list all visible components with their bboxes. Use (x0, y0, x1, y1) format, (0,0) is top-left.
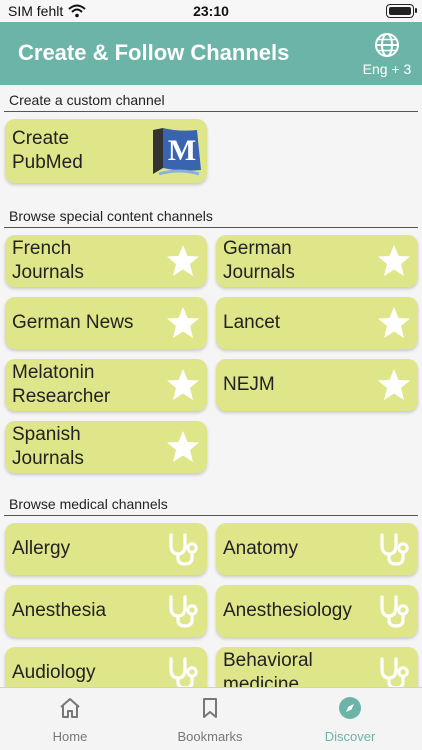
star-icon (376, 243, 412, 279)
tab-label: Discover (324, 729, 376, 744)
bookmark-icon (203, 698, 217, 718)
section-divider (4, 227, 418, 228)
channel-tile-label: Audiology (12, 662, 96, 683)
section-title-medical: Browse medical channels (9, 496, 168, 512)
section-divider (4, 515, 418, 516)
page-title: Create & Follow Channels (18, 40, 290, 65)
channel-tile-label: Lancet (223, 312, 281, 333)
clock: 23:10 (193, 3, 229, 19)
channel-tile[interactable]: Create PubMed M (5, 119, 207, 183)
battery-icon (386, 4, 417, 18)
channel-tile[interactable]: German News (5, 297, 207, 349)
stethoscope-icon (376, 593, 412, 629)
home-icon (60, 698, 80, 718)
channel-tile-label: NEJM (223, 374, 275, 395)
star-icon (376, 367, 412, 403)
channel-tile[interactable]: Audiology (5, 647, 207, 687)
channel-tile[interactable]: Anatomy (216, 523, 418, 575)
tab-home[interactable]: Home (20, 696, 120, 744)
star-icon (376, 305, 412, 341)
tab-discover[interactable]: Discover (300, 696, 400, 744)
stethoscope-icon (165, 593, 201, 629)
globe-icon (375, 33, 399, 57)
channel-tile[interactable]: Allergy (5, 523, 207, 575)
status-bar: SIM fehlt 23:10 (0, 0, 422, 22)
channel-tile[interactable]: French Journals (5, 235, 207, 287)
language-selector[interactable]: Eng + 3 (356, 32, 418, 77)
svg-text:M: M (168, 134, 196, 167)
channel-tile-label: German Journals (223, 238, 295, 283)
channel-tile-label: Anesthesia (12, 600, 107, 621)
stethoscope-icon (376, 655, 412, 687)
channel-tile-label: Anatomy (223, 538, 298, 559)
star-icon (165, 429, 201, 465)
tab-label: Bookmarks (177, 729, 243, 744)
channel-tile[interactable]: German Journals (216, 235, 418, 287)
channel-tile-label: Melatonin Researcher (12, 362, 111, 407)
channel-tile-label: Anesthesiology (223, 600, 352, 621)
channel-list[interactable]: Create a custom channel Browse special c… (0, 85, 422, 687)
channel-tile-label: Behavioral medicine (223, 650, 313, 687)
channel-tile-label: Create PubMed (12, 128, 83, 173)
star-icon (165, 243, 201, 279)
language-label: Eng + 3 (362, 61, 412, 77)
channel-tile[interactable]: Behavioral medicine (216, 647, 418, 687)
section-title-custom: Create a custom channel (9, 92, 165, 108)
tab-bookmarks[interactable]: Bookmarks (160, 696, 260, 744)
app-header: Create & Follow Channels Eng + 3 (0, 22, 422, 85)
star-icon (165, 305, 201, 341)
section-title-special: Browse special content channels (9, 208, 213, 224)
channel-tile-label: Spanish Journals (12, 424, 84, 469)
channel-tile-label: German News (12, 312, 134, 333)
channel-tile-label: French Journals (12, 238, 84, 283)
stethoscope-icon (165, 531, 201, 567)
stethoscope-icon (165, 655, 201, 687)
tab-label: Home (52, 729, 88, 744)
channel-tile[interactable]: Anesthesia (5, 585, 207, 637)
channel-tile[interactable]: Spanish Journals (5, 421, 207, 473)
channel-tile[interactable]: NEJM (216, 359, 418, 411)
section-divider (4, 111, 418, 112)
channel-tile[interactable]: Anesthesiology (216, 585, 418, 637)
tab-bar: Home Bookmarks Discover (0, 687, 422, 750)
channel-tile[interactable]: Lancet (216, 297, 418, 349)
pubmed-logo: M (149, 124, 205, 180)
channel-tile-label: Allergy (12, 538, 71, 559)
compass-icon (339, 697, 361, 719)
channel-tile[interactable]: Melatonin Researcher (5, 359, 207, 411)
star-icon (165, 367, 201, 403)
stethoscope-icon (376, 531, 412, 567)
